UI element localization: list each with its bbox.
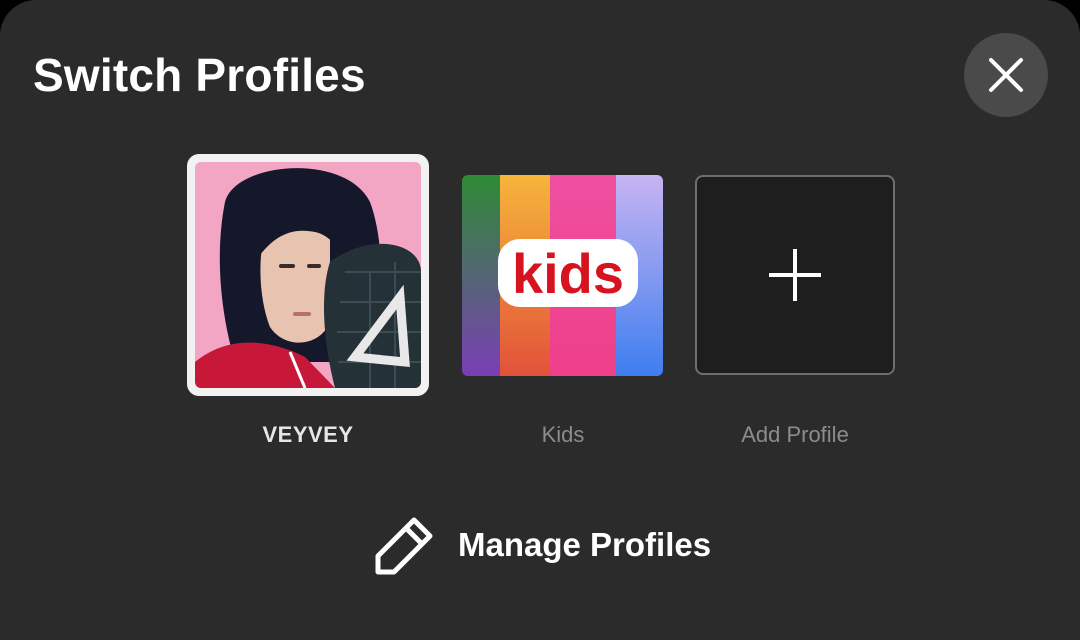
manage-profiles-button[interactable]: Manage Profiles	[370, 510, 720, 580]
page-title: Switch Profiles	[33, 49, 366, 101]
plus-icon	[769, 249, 821, 301]
close-icon	[989, 58, 1023, 92]
close-button[interactable]	[964, 33, 1048, 117]
add-profile-tile[interactable]	[695, 175, 895, 375]
profile-name: VEYVEY	[262, 422, 354, 447]
kids-avatar[interactable]: kids	[462, 175, 663, 376]
profile-name: Add Profile	[741, 422, 849, 447]
profile-name: Kids	[541, 422, 585, 447]
manage-profiles-label: Manage Profiles	[458, 526, 712, 563]
profile-avatar-image[interactable]	[195, 162, 421, 388]
kids-logo-text: kids	[512, 242, 624, 305]
switch-profiles-sheet: Switch Profiles VEYVEY kids Kids Add Pro…	[0, 0, 1080, 640]
pencil-icon	[375, 517, 433, 575]
